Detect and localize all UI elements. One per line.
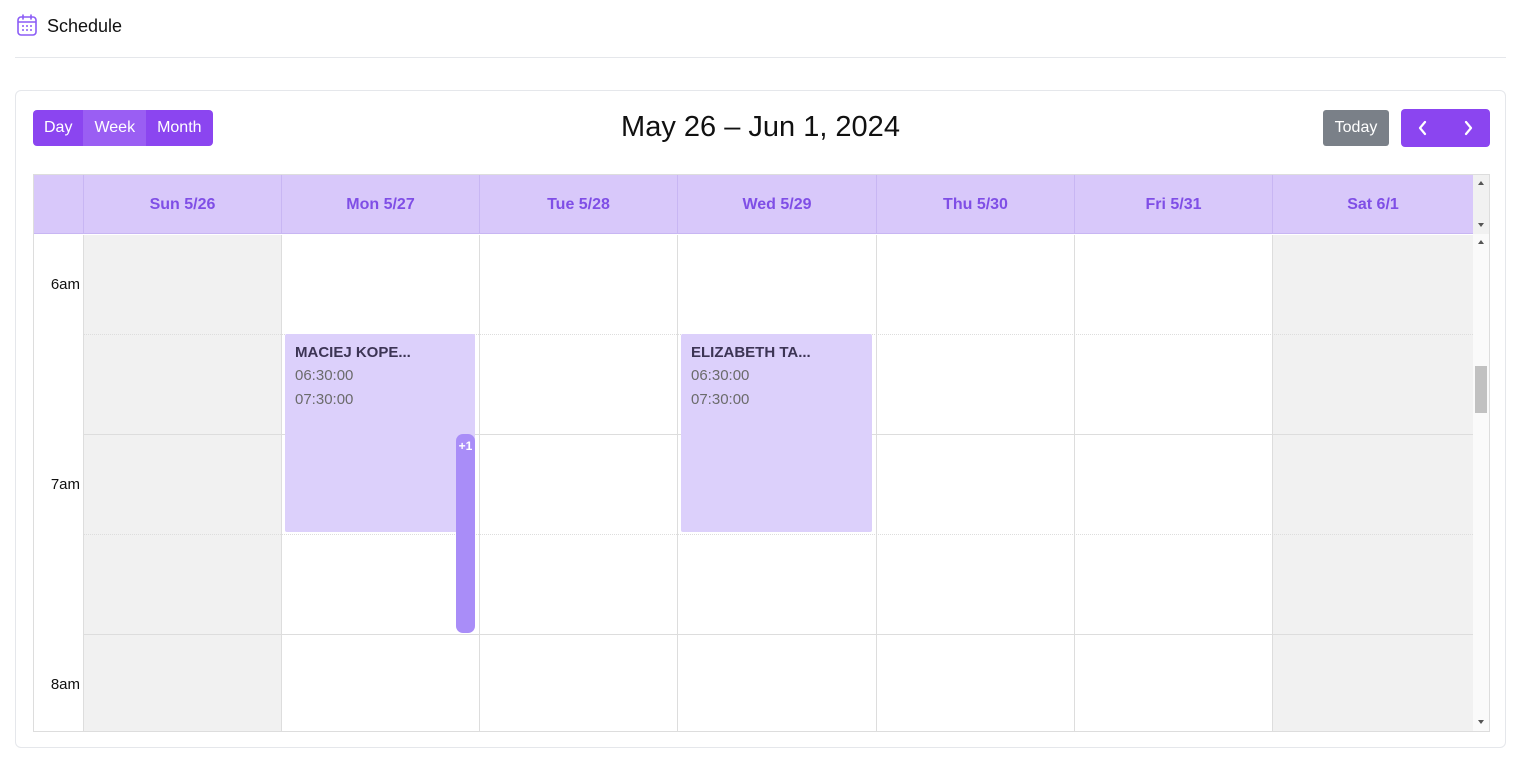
date-range-title: May 26 – Jun 1, 2024 <box>621 111 900 143</box>
time-gutter: 6am 7am 8am <box>34 235 84 731</box>
prev-button[interactable] <box>1401 109 1446 147</box>
day-header-wed[interactable]: Wed 5/29 <box>678 175 877 234</box>
hour-line <box>84 634 1473 635</box>
day-header-sun[interactable]: Sun 5/26 <box>84 175 282 234</box>
day-column-sat[interactable] <box>1273 235 1473 731</box>
scroll-up-arrow-icon[interactable] <box>1478 181 1484 185</box>
day-header-fri[interactable]: Fri 5/31 <box>1075 175 1273 234</box>
today-button[interactable]: Today <box>1323 110 1389 146</box>
day-column-thu[interactable] <box>877 235 1075 731</box>
time-label-8am: 8am <box>50 676 80 693</box>
day-header-sat[interactable]: Sat 6/1 <box>1273 175 1473 234</box>
day-header-row: Sun 5/26 Mon 5/27 Tue 5/28 Wed 5/29 Thu … <box>34 175 1473 234</box>
day-header-thu[interactable]: Thu 5/30 <box>877 175 1075 234</box>
time-label-7am: 7am <box>50 476 80 493</box>
day-column-fri[interactable] <box>1075 235 1273 731</box>
calendar-icon <box>17 14 37 36</box>
chevron-right-icon <box>1464 120 1472 136</box>
header-gutter <box>34 175 84 234</box>
next-button[interactable] <box>1446 109 1491 147</box>
schedule-card: Day Week Month May 26 – Jun 1, 2024 Toda… <box>15 90 1506 748</box>
time-label-6am: 6am <box>50 276 80 293</box>
event-card[interactable]: ELIZABETH TA... 06:30:00 07:30:00 <box>681 334 872 532</box>
page-header: Schedule <box>15 0 1506 58</box>
event-title: MACIEJ KOPE... <box>295 344 411 361</box>
header-scrollbar[interactable] <box>1473 175 1489 234</box>
event-end-time: 07:30:00 <box>295 391 354 408</box>
day-column-sun[interactable] <box>84 235 282 731</box>
event-end-time: 07:30:00 <box>691 391 750 408</box>
more-events-indicator[interactable]: +1 <box>456 434 475 633</box>
week-calendar-grid: Sun 5/26 Mon 5/27 Tue 5/28 Wed 5/29 Thu … <box>33 174 1490 732</box>
scroll-down-arrow-icon[interactable] <box>1478 223 1484 227</box>
scroll-down-arrow-icon[interactable] <box>1478 720 1484 724</box>
scroll-up-arrow-icon[interactable] <box>1478 240 1484 244</box>
day-header-mon[interactable]: Mon 5/27 <box>282 175 480 234</box>
event-title: ELIZABETH TA... <box>691 344 811 361</box>
grid-scrollbar[interactable] <box>1473 234 1489 731</box>
half-hour-line <box>84 534 1473 535</box>
nav-button-group <box>1401 109 1490 147</box>
chevron-left-icon <box>1419 120 1427 136</box>
event-card[interactable]: MACIEJ KOPE... 06:30:00 07:30:00 <box>285 334 475 532</box>
page-title: Schedule <box>47 16 123 36</box>
time-grid: 6am 7am 8am MACIEJ KOPE... 06:30:00 07:3… <box>34 235 1473 731</box>
day-header-tue[interactable]: Tue 5/28 <box>480 175 678 234</box>
event-start-time: 06:30:00 <box>691 367 750 384</box>
day-column-tue[interactable] <box>480 235 678 731</box>
event-start-time: 06:30:00 <box>295 367 354 384</box>
scrollbar-thumb[interactable] <box>1475 366 1487 413</box>
